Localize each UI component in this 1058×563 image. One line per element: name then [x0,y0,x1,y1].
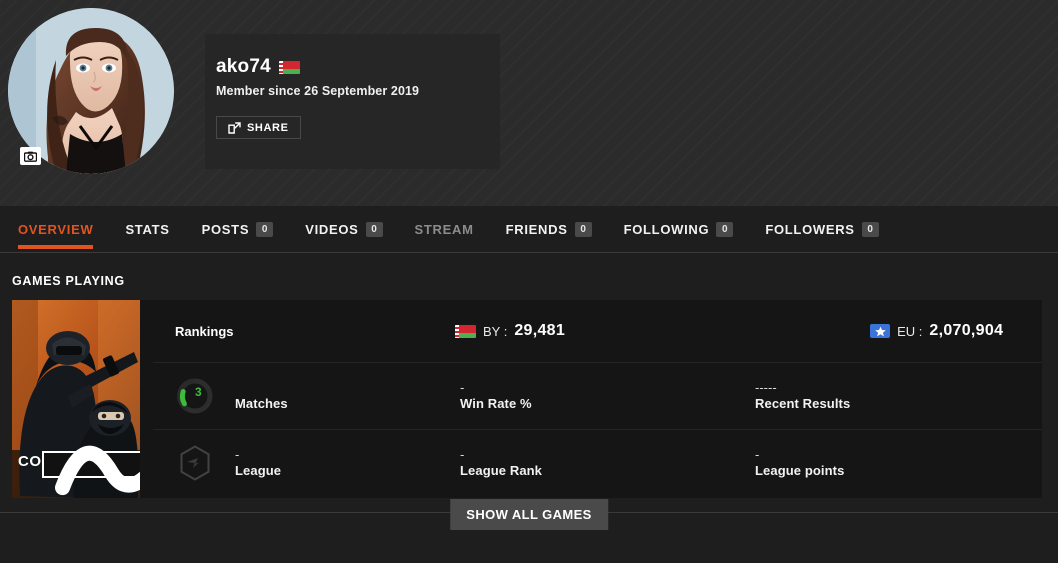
tab-friends[interactable]: FRIENDS 0 [490,206,608,253]
profile-cover: ako74 Member since 26 September 2019 SHA… [0,0,1058,206]
tab-badge-count: 0 [716,221,734,237]
tab-label: OVERVIEW [18,221,94,237]
ranking-country-code: BY : [483,323,508,339]
camera-icon[interactable] [20,147,41,165]
recent-results-value: ----- [755,380,777,395]
tab-label: FOLLOWING [623,221,710,237]
recent-results-text: ----- Recent Results [755,380,850,412]
tab-label: FRIENDS [505,221,568,237]
tab-badge-count: 0 [256,221,274,237]
tab-label: STATS [125,221,170,237]
show-all-games-button[interactable]: SHOW ALL GAMES [450,499,608,530]
game-stats-button[interactable]: STATS [42,445,140,495]
stat-cell-league-points: - League points [755,447,844,479]
tab-label: STREAM [414,221,474,237]
belarus-flag-icon [455,324,476,338]
matches-label: Matches [235,396,288,411]
share-icon [228,121,241,134]
league-rank-value: - [460,447,465,462]
tab-posts[interactable]: POSTS 0 [186,206,290,253]
tab-following[interactable]: FOLLOWING 0 [608,206,750,253]
chart-line-icon [55,366,140,499]
stat-cell-matches: 3 Matches [175,376,460,416]
ranking-entry-eu: EU : 2,070,904 [870,322,1003,340]
ranking-value: 2,070,904 [929,322,1004,339]
tab-badge-count: 0 [365,221,383,237]
league-points-text: - League points [755,447,844,479]
avatar-wrapper[interactable] [8,8,174,174]
stat-row-matches: 3 Matches - Win Rate % ----- Recent Resu… [153,362,1042,429]
league-points-label: League points [755,463,845,478]
stat-cell-league-rank: - League Rank [460,447,755,479]
share-button[interactable]: SHARE [216,116,301,139]
tab-stream[interactable]: STREAM [399,206,490,253]
ranking-value: 29,481 [514,322,566,339]
matches-ring-icon: 3 [175,376,227,416]
game-card: COUNTER STRIKE GLOBAL OFFENSIVE STATS Ra… [12,300,1042,498]
matches-value [235,380,288,395]
league-label: League [235,463,282,478]
league-rank-text: - League Rank [460,447,542,479]
games-footer: SHOW ALL GAMES [0,499,1058,563]
game-cover-art[interactable]: COUNTER STRIKE GLOBAL OFFENSIVE STATS [12,300,140,498]
tab-badge-count: 0 [861,221,879,237]
share-button-label: SHARE [247,121,289,134]
stat-cell-recent-results: ----- Recent Results [755,380,850,412]
win-rate-label: Win Rate % [460,396,532,411]
rankings-row: Rankings BY : 29,481 EU : 2,070,904 [140,300,1042,362]
games-playing-heading: GAMES PLAYING [12,274,125,288]
stat-row-league: - League - League Rank - League points [153,429,1042,496]
ranking-entry-by: BY : 29,481 [455,322,565,340]
league-text: - League [235,447,281,479]
tab-badge-count: 0 [574,221,592,237]
matches-count: 3 [195,385,202,399]
tab-stats[interactable]: STATS [109,206,185,253]
recent-results-label: Recent Results [755,396,851,411]
belarus-flag-icon [278,60,300,74]
tab-label: FOLLOWERS [765,221,855,237]
league-hexagon-icon [175,443,227,483]
tab-label: VIDEOS [305,221,359,237]
rankings-label: Rankings [175,323,234,339]
username-row: ako74 [216,56,500,78]
league-rank-label: League Rank [460,463,543,478]
profile-id-card: ako74 Member since 26 September 2019 SHA… [205,34,500,169]
tab-overview[interactable]: OVERVIEW [10,206,109,253]
ranking-country-code: EU : [897,323,923,339]
page-title: ako74 [216,56,271,77]
stat-cell-league: - League [175,443,460,483]
european-union-flag-icon [870,324,891,338]
stat-cell-win-rate: - Win Rate % [460,380,755,412]
league-value: - [235,447,240,462]
tab-followers[interactable]: FOLLOWERS 0 [749,206,894,253]
matches-text: Matches [235,380,288,412]
tab-videos[interactable]: VIDEOS 0 [289,206,398,253]
game-stat-panel: Rankings BY : 29,481 EU : 2,070,904 3 Ma… [140,300,1042,498]
member-since-text: Member since 26 September 2019 [216,84,420,98]
tab-label: POSTS [201,221,250,237]
profile-tabbar: OVERVIEW STATS POSTS 0 VIDEOS 0 STREAM F… [0,206,1058,253]
win-rate-text: - Win Rate % [460,380,532,412]
league-points-value: - [755,447,760,462]
win-rate-value: - [460,380,465,395]
